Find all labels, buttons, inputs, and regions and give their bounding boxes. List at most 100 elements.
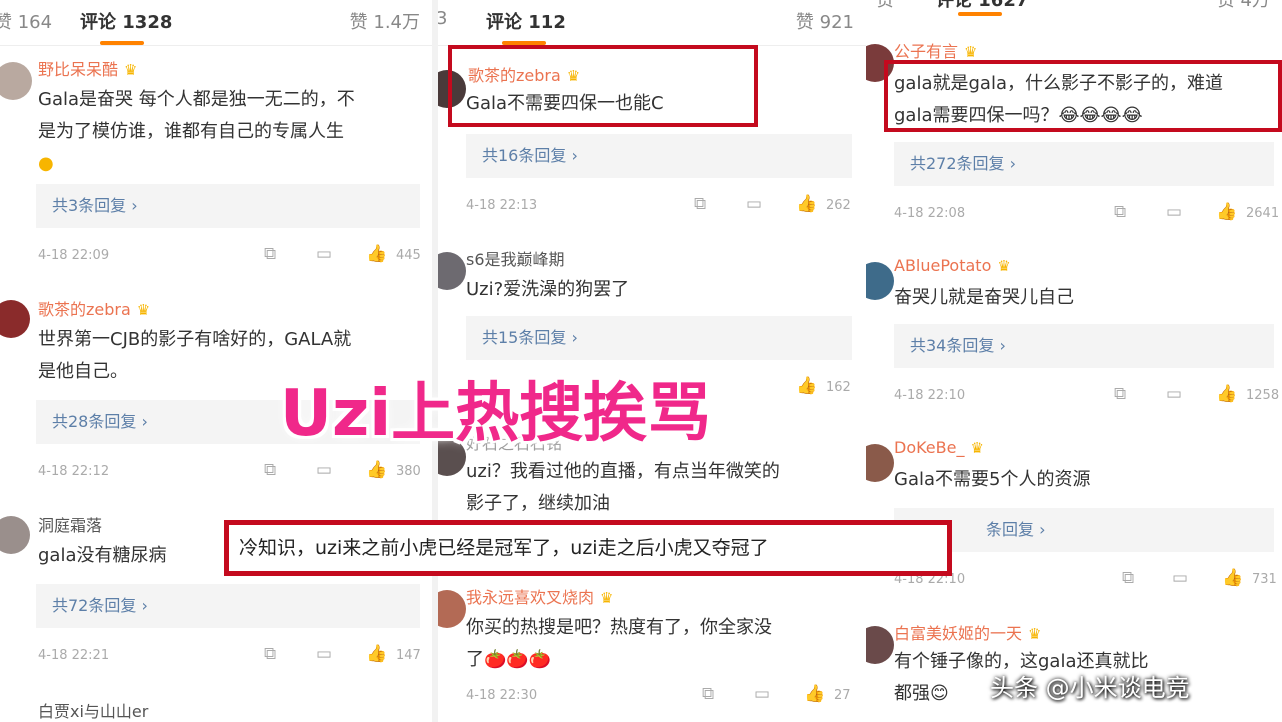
thumbs-up-icon[interactable]: 👍	[796, 194, 817, 214]
comment-text: 世界第一CJB的影子有啥好的，GALA就	[38, 329, 352, 350]
avatar[interactable]	[0, 516, 30, 554]
tab-likes-prev[interactable]: 赞 164	[0, 8, 52, 34]
comment-text: 都强😊	[894, 683, 949, 704]
comment-time: 4-18 22:21	[38, 648, 110, 663]
comment-time: 4-18 22:08	[894, 206, 966, 221]
highlight-box	[884, 60, 1282, 132]
replies-link[interactable]: 共3条回复 ›	[36, 184, 420, 228]
share-icon[interactable]: ⧉	[1122, 568, 1134, 588]
thumbs-up-icon[interactable]: 👍	[366, 644, 387, 664]
comment-text: 是他自己。	[38, 361, 128, 382]
replies-link[interactable]: 共15条回复 ›	[466, 316, 852, 360]
comment-icon[interactable]: ▭	[316, 644, 332, 664]
comment-author[interactable]: 歌茶的zebra	[38, 300, 131, 319]
share-icon[interactable]: ⧉	[264, 644, 276, 664]
tab-likes[interactable]: 赞 921	[796, 8, 854, 34]
crown-icon: ♛	[964, 43, 978, 61]
share-icon[interactable]: ⧉	[1114, 384, 1126, 404]
thumbs-up-icon[interactable]: 👍	[1222, 568, 1243, 588]
comment-author[interactable]: 我永远喜欢叉烧肉	[466, 588, 594, 607]
comment-icon[interactable]: ▭	[754, 684, 770, 704]
tab-comments[interactable]: 评论 1328	[80, 8, 172, 34]
comment-time: 4-18 22:13	[466, 198, 538, 213]
avatar[interactable]	[0, 300, 30, 338]
watermark: 头条 @小米谈电竞	[990, 674, 1190, 702]
share-icon[interactable]: ⧉	[264, 460, 276, 480]
avatar[interactable]	[866, 626, 894, 664]
share-icon[interactable]: ⧉	[1114, 202, 1126, 222]
like-count: 380	[396, 464, 421, 479]
tab-bar: 赞 164 评论 1328 赞 1.4万	[0, 0, 432, 46]
crown-icon: ♛	[124, 61, 138, 79]
share-icon[interactable]: ⧉	[264, 244, 276, 264]
comment-icon[interactable]: ▭	[1172, 568, 1188, 588]
share-icon[interactable]: ⧉	[702, 684, 714, 704]
crown-icon: ♛	[997, 257, 1011, 275]
crown-icon: ♛	[1028, 625, 1042, 643]
comment-text: gala没有糖尿病	[38, 545, 167, 566]
like-count: 162	[826, 380, 851, 395]
comment-text: 影子了，继续加油	[466, 493, 610, 514]
comment-author[interactable]: 野比呆呆酷	[38, 60, 118, 79]
tab-comments[interactable]: 评论 112	[486, 8, 566, 34]
comment-text: 是为了模仿谁，谁都有自己的专属人生	[38, 121, 344, 142]
thumbs-up-icon[interactable]: 👍	[366, 460, 387, 480]
crown-icon: ♛	[600, 589, 614, 607]
tab-likes-prev[interactable]: 3	[438, 8, 447, 29]
replies-link[interactable]: 共272条回复 ›	[894, 142, 1274, 186]
avatar[interactable]	[0, 62, 32, 100]
comment-text: 了🍅🍅🍅	[466, 649, 552, 670]
comment-time: 4-18 22:12	[38, 464, 110, 479]
comment-time: 4-18 22:30	[466, 688, 538, 703]
comment-panel-left: 赞 164 评论 1328 赞 1.4万 野比呆呆酷 ♛ Gala是奋哭 每个人都…	[0, 0, 432, 722]
comment-icon[interactable]: ▭	[1166, 384, 1182, 404]
avatar[interactable]	[866, 262, 894, 300]
like-count: 147	[396, 648, 421, 663]
comment-text: 你买的热搜是吧？热度有了，你全家没	[466, 617, 772, 638]
comment-text: Gala是奋哭 每个人都是独一无二的，不	[38, 89, 355, 110]
replies-link[interactable]: 共16条回复 ›	[466, 134, 852, 178]
thumbs-up-icon[interactable]: 👍	[804, 684, 825, 704]
tab-likes-prev[interactable]: 赞	[876, 0, 894, 12]
comment-author[interactable]: 公子有言	[894, 42, 958, 61]
comment-author[interactable]: ABluePotato	[894, 256, 991, 275]
tab-likes[interactable]: 赞 4万	[1217, 0, 1270, 12]
tab-underline	[100, 41, 144, 45]
like-count: 445	[396, 248, 421, 263]
share-icon[interactable]: ⧉	[694, 194, 706, 214]
comment-icon[interactable]: ▭	[746, 194, 762, 214]
tab-comments[interactable]: 评论 1627	[936, 0, 1028, 12]
like-count: 1258	[1246, 388, 1280, 403]
headline-title: Uzi上热搜挨骂	[280, 377, 712, 451]
comment-panel-right: 赞 评论 1627 赞 4万 公子有言 ♛ gala就是gala，什么影子不影子的…	[866, 0, 1282, 722]
thumbs-up-icon[interactable]: 👍	[796, 376, 817, 396]
comment-time: 4-18 22:09	[38, 248, 110, 263]
comment-text: Uzi?爱洗澡的狗罢了	[466, 279, 630, 300]
avatar[interactable]	[438, 590, 466, 628]
comment-author[interactable]: 洞庭霜落	[38, 512, 102, 536]
crown-icon: ♛	[970, 439, 984, 457]
comment-author[interactable]: 白富美妖姬的一天	[894, 624, 1022, 643]
avatar[interactable]	[866, 444, 894, 482]
comment-icon[interactable]: ▭	[316, 460, 332, 480]
thumbs-up-icon[interactable]: 👍	[1216, 202, 1237, 222]
replies-link[interactable]: 共72条回复 ›	[36, 584, 420, 628]
tab-bar: 3 评论 112 赞 921	[438, 0, 866, 46]
comment-author[interactable]: DoKeBe_	[894, 438, 964, 457]
tab-bar: 赞 评论 1627 赞 4万	[866, 0, 1282, 16]
comment-text: Gala不需要5个人的资源	[894, 469, 1091, 490]
thumbs-up-icon[interactable]: 👍	[1216, 384, 1237, 404]
comment-icon[interactable]: ▭	[1166, 202, 1182, 222]
emoji-icon: ●	[38, 153, 54, 174]
comment-text: uzi？我看过他的直播，有点当年微笑的	[466, 461, 780, 482]
like-count: 262	[826, 198, 851, 213]
replies-link[interactable]: 共34条回复 ›	[894, 324, 1274, 368]
tab-likes[interactable]: 赞 1.4万	[350, 8, 420, 34]
comment-text: 奋哭儿就是奋哭儿自己	[894, 287, 1074, 308]
comment-icon[interactable]: ▭	[316, 244, 332, 264]
comment-author[interactable]: s6是我巅峰期	[466, 246, 565, 270]
avatar[interactable]	[438, 252, 466, 290]
thumbs-up-icon[interactable]: 👍	[366, 244, 387, 264]
comment-author[interactable]: 白贾xi与山山er	[38, 698, 148, 722]
comment-panel-middle: 3 评论 112 赞 921 歌茶的zebra ♛ Gala不需要四保一也能C 共…	[438, 0, 866, 722]
